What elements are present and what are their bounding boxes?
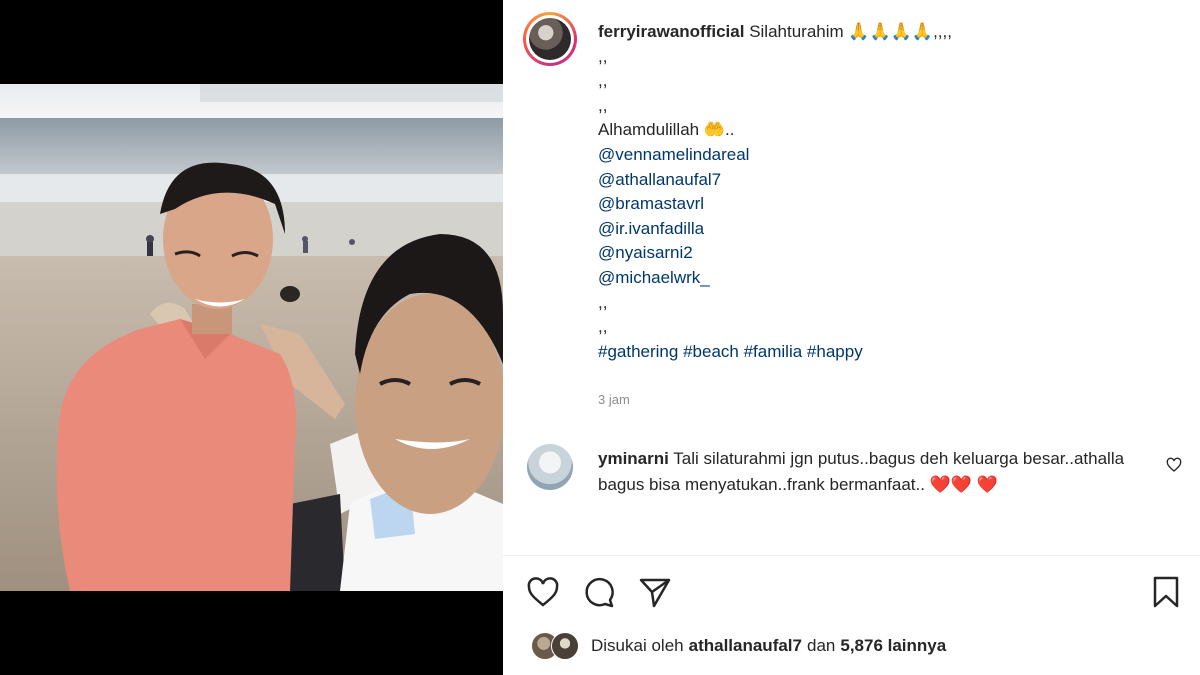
caption-alhamdulillah: Alhamdulillah 🤲.. — [598, 120, 735, 140]
caption-dots: ,, — [598, 292, 608, 312]
hashtag-link[interactable]: #familia — [744, 342, 803, 361]
likes-count[interactable]: 5,876 lainnya — [840, 636, 946, 656]
post-actions — [525, 574, 673, 610]
liker-avatars[interactable] — [531, 632, 583, 660]
photo-pane — [0, 0, 503, 675]
post-photo[interactable] — [0, 84, 503, 591]
divider — [503, 555, 1200, 556]
hashtag-link[interactable]: #gathering — [598, 342, 678, 361]
commenter-avatar[interactable] — [527, 444, 573, 490]
comment-text: Tali silaturahmi jgn putus..bagus deh ke… — [598, 449, 1125, 494]
mention-link[interactable]: @nyaisarni2 — [598, 241, 1188, 266]
mention-link[interactable]: @vennamelindareal — [598, 143, 1188, 168]
comment-icon[interactable] — [581, 574, 617, 610]
avatar — [551, 632, 579, 660]
heart-icon[interactable] — [525, 574, 561, 610]
share-icon[interactable] — [637, 574, 673, 610]
post-timestamp[interactable]: 3 jam — [598, 392, 630, 407]
commenter-username[interactable]: yminarni — [598, 449, 669, 468]
liker-username[interactable]: athallanaufal7 — [689, 636, 802, 656]
likes-connector: dan — [806, 636, 836, 655]
caption-dots: ,, — [598, 71, 608, 91]
post-details-pane: ferryirawanofficial Silahturahim 🙏🙏🙏🙏,,,… — [503, 0, 1200, 675]
hashtag-line: #gathering #beach #familia #happy — [598, 340, 1188, 365]
mention-link[interactable]: @athallanaufal7 — [598, 168, 1188, 193]
author-avatar[interactable] — [523, 12, 577, 66]
beach-selfie-image — [0, 84, 503, 591]
comment-like-heart-icon[interactable] — [1166, 457, 1182, 478]
comment-item: yminarni Tali silaturahmi jgn putus..bag… — [598, 446, 1143, 498]
hashtag-link[interactable]: #beach — [683, 342, 739, 361]
likes-prefix: Disukai oleh — [591, 636, 684, 655]
comment-emoji: ❤️❤️ ❤️ — [929, 475, 998, 494]
caption-dots: ,, — [598, 317, 608, 337]
caption-dots: ,, — [598, 95, 608, 115]
hashtag-link[interactable]: #happy — [807, 342, 863, 361]
caption-dots: ,, — [598, 46, 608, 66]
mention-link[interactable]: @michaelwrk_ — [598, 266, 1188, 291]
caption-text: Silahturahim 🙏🙏🙏🙏,,,, — [749, 22, 952, 41]
bookmark-icon[interactable] — [1148, 574, 1184, 610]
mention-link[interactable]: @bramastavrl — [598, 192, 1188, 217]
post-caption: ferryirawanofficial Silahturahim 🙏🙏🙏🙏,,,… — [598, 20, 1188, 364]
likes-summary: Disukai oleh athallanaufal7 dan 5,876 la… — [531, 632, 951, 660]
author-username[interactable]: ferryirawanofficial — [598, 22, 744, 41]
mention-link[interactable]: @ir.ivanfadilla — [598, 217, 1188, 242]
